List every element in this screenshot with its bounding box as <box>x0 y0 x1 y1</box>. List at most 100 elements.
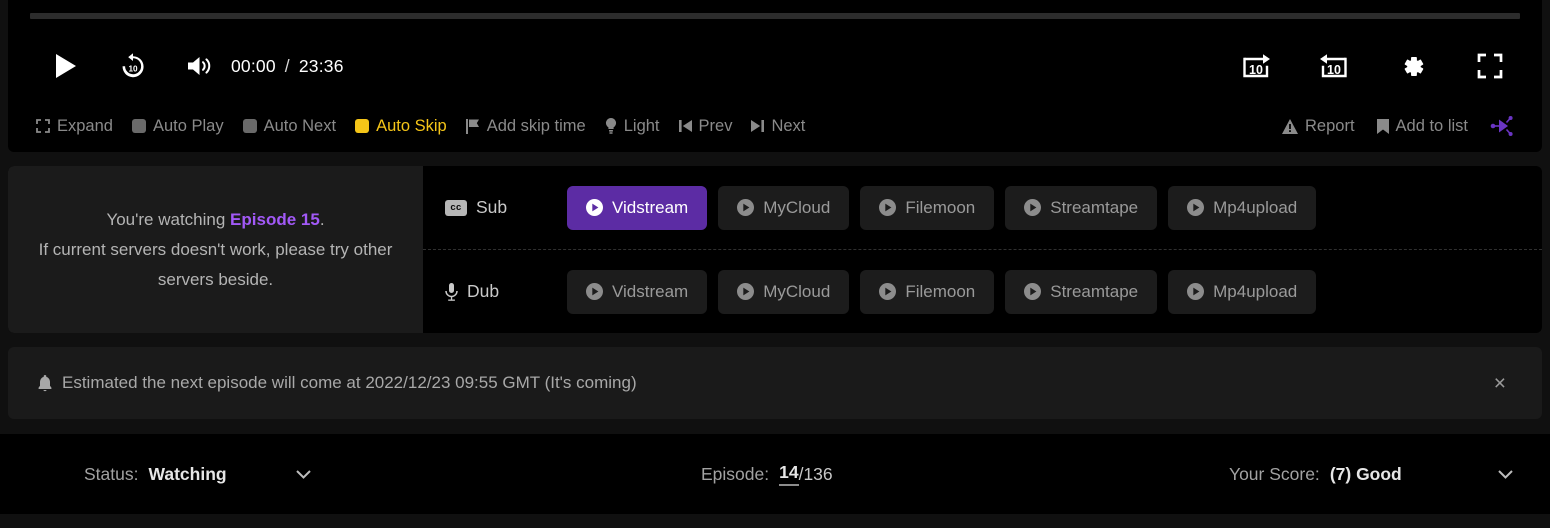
flag-icon <box>465 118 479 134</box>
option-light[interactable]: Light <box>605 117 660 136</box>
server-label: Filemoon <box>905 197 976 217</box>
status-dropdown-toggle[interactable] <box>296 469 311 479</box>
server-button-dub-mp4upload[interactable]: Mp4upload <box>1168 269 1317 314</box>
option-auto-skip-label: Auto Skip <box>376 116 447 135</box>
server-label: Vidstream <box>612 281 689 301</box>
player-options-left: Expand Auto Play Auto Next Auto Skip Add… <box>36 104 805 148</box>
episode-current-input[interactable]: 14 <box>779 462 799 486</box>
skip-forward-10-icon: 10 <box>1243 54 1270 78</box>
fullscreen-icon <box>1477 53 1503 79</box>
toggle-square-icon <box>355 119 370 133</box>
player-controls-right: 10 10 <box>1234 38 1512 94</box>
server-label: Streamtape <box>1050 281 1139 301</box>
score-label: Your Score: <box>1229 463 1320 484</box>
toggle-square-icon <box>242 119 257 133</box>
option-prev[interactable]: Prev <box>678 116 733 136</box>
notice-line2: If current servers doesn't work, please … <box>38 239 393 289</box>
option-add-to-list-label: Add to list <box>1395 116 1468 135</box>
next-icon <box>751 120 765 132</box>
svg-text:10: 10 <box>128 65 138 74</box>
share-button[interactable] <box>1490 115 1514 137</box>
play-circle-icon <box>879 199 897 216</box>
option-report-label: Report <box>1305 116 1355 135</box>
warning-icon <box>1282 118 1298 134</box>
svg-text:10: 10 <box>1327 63 1341 77</box>
skip-back-10-button[interactable]: 10 <box>1312 44 1356 88</box>
chevron-down-icon <box>296 469 311 479</box>
time-separator: / <box>284 55 290 76</box>
player-controls-left: 10 00:00 / 23:36 <box>44 38 344 94</box>
play-circle-icon <box>586 199 603 216</box>
server-label: MyCloud <box>763 281 831 301</box>
option-prev-label: Prev <box>698 116 733 135</box>
play-icon <box>56 54 76 78</box>
duration: 23:36 <box>298 55 344 76</box>
option-auto-play-label: Auto Play <box>152 116 224 135</box>
option-auto-next[interactable]: Auto Next <box>242 116 337 136</box>
current-time: 00:00 <box>231 55 276 76</box>
fullscreen-button[interactable] <box>1468 44 1512 88</box>
next-episode-notification: Estimated the next episode will come at … <box>8 347 1542 419</box>
notification-text: Estimated the next episode will come at … <box>62 373 637 392</box>
server-button-dub-vidstream[interactable]: Vidstream <box>567 269 708 314</box>
notice-episode: Episode 15 <box>230 209 320 229</box>
server-lists: cc Sub Vidstream MyCloud Filemoon Stream… <box>423 166 1542 333</box>
server-button-sub-mycloud[interactable]: MyCloud <box>718 185 850 230</box>
option-expand-label: Expand <box>57 116 113 135</box>
server-button-dub-mycloud[interactable]: MyCloud <box>718 269 850 314</box>
episode-field[interactable]: Episode: 14 / 136 <box>701 462 833 486</box>
server-notice: You're watching Episode 15. If current s… <box>8 166 423 333</box>
option-add-skip-time-label: Add skip time <box>486 116 586 135</box>
option-add-skip-time[interactable]: Add skip time <box>465 116 586 136</box>
notice-line1-prefix: You're watching <box>106 209 231 229</box>
server-label: Streamtape <box>1050 197 1139 217</box>
bulb-icon <box>605 118 616 134</box>
rewind-10-button[interactable]: 10 <box>111 44 155 88</box>
score-field[interactable]: Your Score: (7) Good <box>1229 464 1402 485</box>
server-label: Mp4upload <box>1213 281 1298 301</box>
time-display: 00:00 / 23:36 <box>231 56 344 77</box>
volume-button[interactable] <box>177 44 221 88</box>
skip-back-10-icon: 10 <box>1320 54 1347 78</box>
status-value: Watching <box>148 463 227 484</box>
option-auto-play[interactable]: Auto Play <box>131 116 224 136</box>
expand-icon <box>36 119 50 133</box>
player-controls: 10 00:00 / 23:36 10 10 <box>8 38 1542 94</box>
option-expand[interactable]: Expand <box>36 117 113 136</box>
score-dropdown-toggle[interactable] <box>1498 469 1513 479</box>
score-value: (7) Good <box>1329 463 1402 484</box>
episode-total: 136 <box>803 463 833 484</box>
option-auto-skip[interactable]: Auto Skip <box>355 117 447 136</box>
server-button-sub-streamtape[interactable]: Streamtape <box>1005 185 1158 230</box>
toggle-square-icon <box>131 119 146 133</box>
server-button-sub-filemoon[interactable]: Filemoon <box>860 185 995 230</box>
play-circle-icon <box>737 283 755 300</box>
server-button-dub-streamtape[interactable]: Streamtape <box>1005 269 1158 314</box>
settings-button[interactable] <box>1390 44 1434 88</box>
play-circle-icon <box>737 199 755 216</box>
option-next[interactable]: Next <box>751 117 805 136</box>
server-row-dub: Dub Vidstream MyCloud Filemoon Streamtap… <box>423 249 1542 333</box>
server-label: Vidstream <box>612 197 689 217</box>
play-button[interactable] <box>44 44 88 88</box>
play-circle-icon <box>586 283 603 300</box>
option-report[interactable]: Report <box>1282 117 1355 136</box>
bookmark-icon <box>1376 118 1389 134</box>
server-button-sub-mp4upload[interactable]: Mp4upload <box>1168 185 1317 230</box>
progress-scrubber[interactable] <box>30 13 1520 19</box>
server-button-sub-vidstream[interactable]: Vidstream <box>567 185 708 230</box>
close-notification-button[interactable]: × <box>1484 367 1516 400</box>
option-next-label: Next <box>771 116 806 135</box>
rewind-10-icon: 10 <box>122 53 144 78</box>
option-add-to-list[interactable]: Add to list <box>1376 116 1468 136</box>
skip-forward-10-button[interactable]: 10 <box>1234 44 1278 88</box>
prev-icon <box>678 120 692 132</box>
server-label: MyCloud <box>763 197 831 217</box>
status-label: Status: <box>84 463 139 484</box>
status-field[interactable]: Status: Watching <box>84 464 227 485</box>
option-auto-next-label: Auto Next <box>263 116 337 135</box>
server-button-dub-filemoon[interactable]: Filemoon <box>860 269 995 314</box>
volume-icon <box>188 57 211 75</box>
play-circle-icon <box>1187 283 1205 300</box>
option-light-label: Light <box>623 116 660 135</box>
